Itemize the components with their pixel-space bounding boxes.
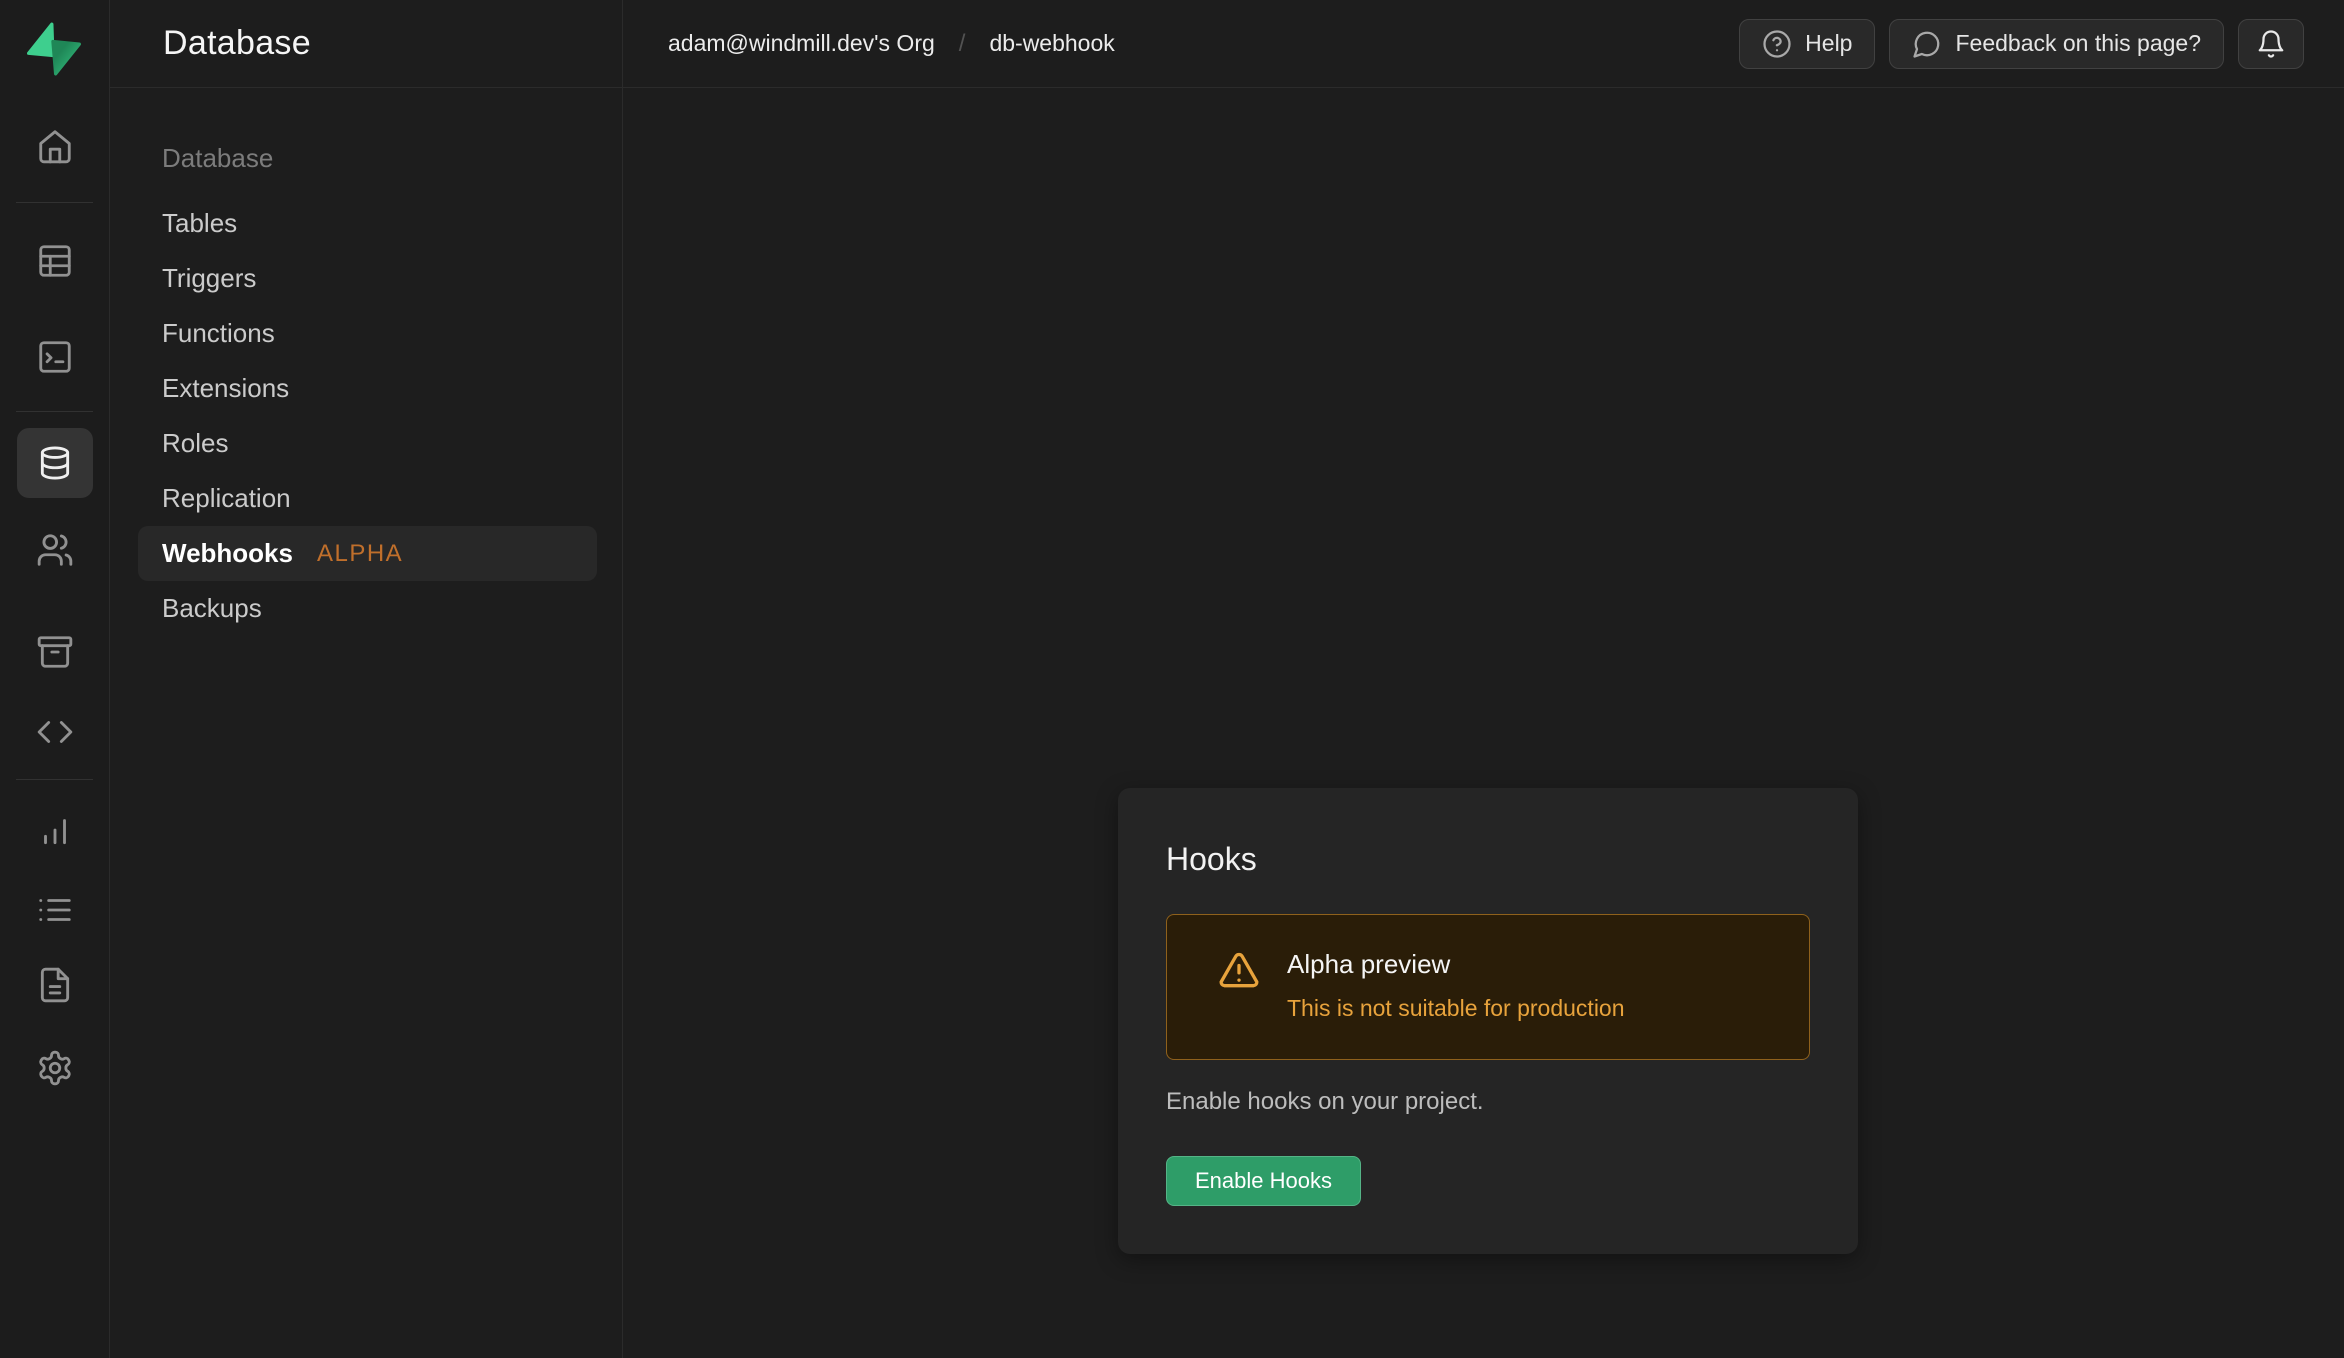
help-button-label: Help <box>1805 30 1852 57</box>
sidebar-item-replication[interactable]: Replication <box>138 471 597 526</box>
alert-description: This is not suitable for production <box>1287 993 1625 1023</box>
feedback-button[interactable]: Feedback on this page? <box>1889 19 2224 69</box>
notifications-button[interactable] <box>2238 19 2304 69</box>
speech-bubble-icon <box>1912 29 1942 59</box>
alert-title: Alpha preview <box>1287 947 1625 981</box>
alpha-preview-alert: Alpha preview This is not suitable for p… <box>1166 914 1810 1060</box>
bell-icon <box>2256 29 2286 59</box>
alert-text-block: Alpha preview This is not suitable for p… <box>1287 947 1625 1023</box>
sidebar-item-extensions[interactable]: Extensions <box>138 361 597 416</box>
logs-icon[interactable] <box>36 891 74 929</box>
rail-divider <box>16 779 93 780</box>
sidebar-item-functions[interactable]: Functions <box>138 306 597 361</box>
sidebar-item-roles[interactable]: Roles <box>138 416 597 471</box>
supabase-logo-icon[interactable] <box>27 22 81 76</box>
hooks-card-title: Hooks <box>1166 840 1810 878</box>
reports-icon[interactable] <box>36 811 74 849</box>
help-button[interactable]: Help <box>1739 19 1875 69</box>
alpha-badge: ALPHA <box>317 540 403 568</box>
sidebar-header: Database <box>110 0 622 88</box>
database-icon <box>36 444 74 482</box>
breadcrumb-project[interactable]: db-webhook <box>989 30 1114 57</box>
sql-editor-icon[interactable] <box>36 338 74 376</box>
settings-gear-icon[interactable] <box>36 1049 74 1087</box>
nav-rail <box>0 0 110 1358</box>
enable-hooks-button[interactable]: Enable Hooks <box>1166 1156 1361 1206</box>
page-title: Database <box>163 24 311 63</box>
storage-icon[interactable] <box>36 633 74 671</box>
sidebar-item-webhooks[interactable]: Webhooks ALPHA <box>138 526 597 581</box>
rail-divider <box>16 202 93 203</box>
database-nav-selected[interactable] <box>17 428 93 498</box>
database-nav: Database Tables Triggers Functions Exten… <box>110 88 622 636</box>
sidebar-item-tables[interactable]: Tables <box>138 196 597 251</box>
hooks-description: Enable hooks on your project. <box>1166 1088 1810 1116</box>
topbar: adam@windmill.dev's Org / db-webhook Hel… <box>623 0 2344 88</box>
edge-functions-icon[interactable] <box>36 713 74 751</box>
api-docs-icon[interactable] <box>36 966 74 1004</box>
breadcrumb-org[interactable]: adam@windmill.dev's Org <box>668 30 935 57</box>
nav-list: Tables Triggers Functions Extensions Rol… <box>110 196 622 636</box>
auth-users-icon[interactable] <box>36 531 74 569</box>
nav-section-label: Database <box>110 132 622 184</box>
sidebar-item-backups[interactable]: Backups <box>138 581 597 636</box>
sidebar-item-triggers[interactable]: Triggers <box>138 251 597 306</box>
hooks-card: Hooks Alpha preview This is not suitable… <box>1118 788 1858 1254</box>
home-icon[interactable] <box>36 127 74 165</box>
warning-triangle-icon <box>1217 949 1261 993</box>
table-editor-icon[interactable] <box>36 242 74 280</box>
feedback-button-label: Feedback on this page? <box>1955 30 2201 57</box>
help-circle-icon <box>1762 29 1792 59</box>
database-sidebar: Database Database Tables Triggers Functi… <box>110 0 623 1358</box>
breadcrumb-separator: / <box>959 30 966 58</box>
sidebar-item-label: Webhooks <box>162 538 293 569</box>
rail-divider <box>16 411 93 412</box>
